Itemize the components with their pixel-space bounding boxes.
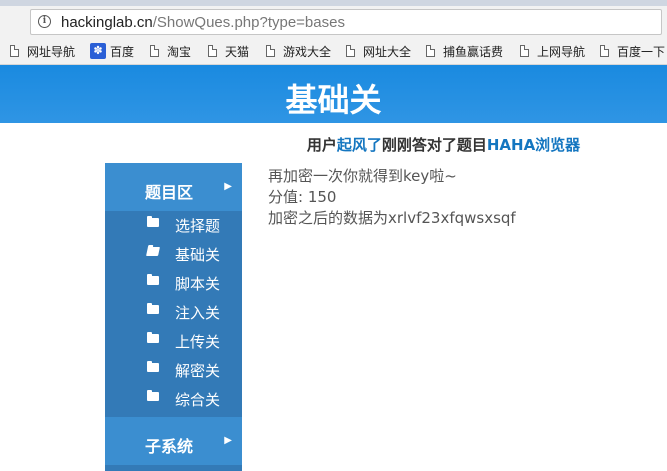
bookmark-item[interactable]: 捕鱼赢话费 [426, 42, 503, 60]
sidebar: 题目区 ▶ 选择题 基础关 脚本关 注入关 上传关 解密关 综合关 子系统 ▶ [105, 163, 242, 471]
page-icon [520, 45, 529, 57]
user-link[interactable]: 起风了 [337, 136, 382, 154]
bookmark-item[interactable]: 淘宝 [150, 42, 191, 60]
sidebar-section-problems[interactable]: 题目区 ▶ [105, 163, 242, 211]
problem-score: 分值: 150 [268, 188, 337, 206]
page-icon [208, 45, 217, 57]
folder-icon [147, 390, 159, 401]
bookmark-item[interactable]: 网址大全 [346, 42, 411, 60]
folder-open-icon [146, 247, 160, 256]
page-banner: 基础关 [0, 65, 667, 123]
url-text: hackinglab.cn/ShowQues.php?type=bases [61, 14, 345, 31]
sidebar-section-subsystem[interactable]: 子系统 ▶ [105, 417, 242, 465]
sidebar-item-comprehensive[interactable]: 综合关 [105, 385, 242, 414]
page-icon [346, 45, 355, 57]
address-bar: i hackinglab.cn/ShowQues.php?type=bases [0, 6, 667, 38]
chevron-right-icon: ▶ [224, 181, 232, 192]
url-input[interactable]: i hackinglab.cn/ShowQues.php?type=bases [30, 9, 662, 35]
bookmark-item[interactable]: 网址导航 [10, 42, 75, 60]
notice-middle: 刚刚答对了题目 [381, 136, 487, 154]
folder-icon [147, 303, 159, 314]
problem-content: 再加密一次你就得到key啦~ 分值: 150 加密之后的数据为xrlvf23xf… [268, 166, 516, 229]
url-path: /ShowQues.php?type=bases [152, 14, 345, 31]
solve-notice: 用户起风了刚刚答对了题目HAHA浏览器 [0, 134, 667, 155]
folder-icon [147, 332, 159, 343]
sidebar-item-injection[interactable]: 注入关 [105, 298, 242, 327]
page-icon [266, 45, 275, 57]
page-icon [426, 45, 435, 57]
url-host: hackinglab.cn [61, 14, 153, 31]
problem-description: 再加密一次你就得到key啦~ [268, 167, 457, 185]
page-icon [10, 45, 19, 57]
folder-icon [147, 361, 159, 372]
notice-prefix: 用户 [306, 136, 337, 154]
bookmark-item[interactable]: 游戏大全 [266, 42, 331, 60]
bookmark-item[interactable]: ✽ 百度 [90, 42, 134, 60]
baidu-paw-icon: ✽ [90, 43, 106, 59]
sidebar-item-choice[interactable]: 选择题 [105, 211, 242, 240]
chevron-right-icon: ▶ [224, 435, 232, 446]
bookmark-item[interactable]: 天猫 [208, 42, 249, 60]
sidebar-item-upload[interactable]: 上传关 [105, 327, 242, 356]
page-icon [600, 45, 609, 57]
problem-ciphertext: 加密之后的数据为xrlvf23xfqwsxsqf [268, 209, 516, 227]
sidebar-item-decrypt[interactable]: 解密关 [105, 356, 242, 385]
sidebar-item-script[interactable]: 脚本关 [105, 269, 242, 298]
folder-icon [147, 274, 159, 285]
folder-icon [147, 216, 159, 227]
problem-link[interactable]: HAHA浏览器 [487, 136, 580, 154]
page-title: 基础关 [285, 81, 382, 119]
bookmark-item[interactable]: 上网导航 [520, 42, 585, 60]
bookmarks-bar: 网址导航 ✽ 百度 淘宝 天猫 游戏大全 网址大全 捕鱼赢话费 上网导航 百度一下 [0, 38, 667, 65]
bookmark-item[interactable]: 百度一下 [600, 42, 665, 60]
sidebar-item-basics[interactable]: 基础关 [105, 240, 242, 269]
info-icon[interactable]: i [38, 15, 51, 28]
page-icon [150, 45, 159, 57]
